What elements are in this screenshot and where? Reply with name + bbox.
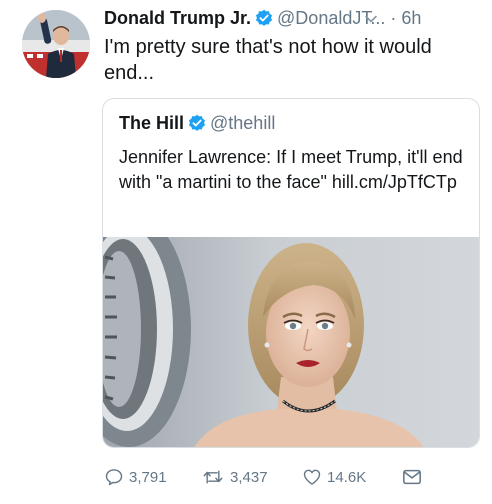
like-count: 14.6K bbox=[327, 468, 367, 486]
verified-badge-icon bbox=[255, 9, 273, 32]
quoted-tweet-card[interactable]: The Hill @thehill Jennifer Lawrence: If I… bbox=[102, 98, 480, 448]
quoted-author-name[interactable]: The Hill bbox=[119, 113, 184, 133]
tweet-header: Donald Trump Jr. @DonaldJT... · 6h bbox=[104, 7, 484, 32]
reply-icon bbox=[105, 469, 123, 486]
tweet-timestamp[interactable]: 6h bbox=[401, 8, 421, 28]
reply-count: 3,791 bbox=[129, 468, 167, 486]
chevron-down-icon[interactable] bbox=[363, 7, 379, 28]
envelope-icon bbox=[403, 469, 421, 485]
direct-message-button[interactable] bbox=[401, 465, 423, 489]
quoted-tweet-header: The Hill @thehill bbox=[119, 112, 275, 137]
retweet-count: 3,437 bbox=[230, 468, 268, 486]
verified-badge-icon bbox=[188, 114, 206, 137]
quoted-author-handle[interactable]: @thehill bbox=[210, 113, 275, 133]
like-button[interactable]: 14.6K bbox=[302, 465, 366, 489]
tweet-actions: 3,791 3,437 14.6K bbox=[104, 465, 484, 489]
quoted-tweet-text: Jennifer Lawrence: If I meet Trump, it'l… bbox=[119, 147, 463, 192]
author-avatar[interactable] bbox=[22, 10, 90, 78]
reply-button[interactable]: 3,791 bbox=[104, 465, 167, 489]
tweet-text: I'm pretty sure that's not how it would … bbox=[104, 36, 432, 84]
quoted-tweet-photo[interactable] bbox=[103, 237, 480, 448]
header-separator: · bbox=[390, 8, 397, 28]
author-name[interactable]: Donald Trump Jr. bbox=[104, 8, 251, 28]
retweet-icon bbox=[203, 470, 223, 484]
heart-icon bbox=[303, 469, 321, 485]
retweet-button[interactable]: 3,437 bbox=[201, 465, 268, 489]
avatar-image bbox=[22, 10, 90, 78]
